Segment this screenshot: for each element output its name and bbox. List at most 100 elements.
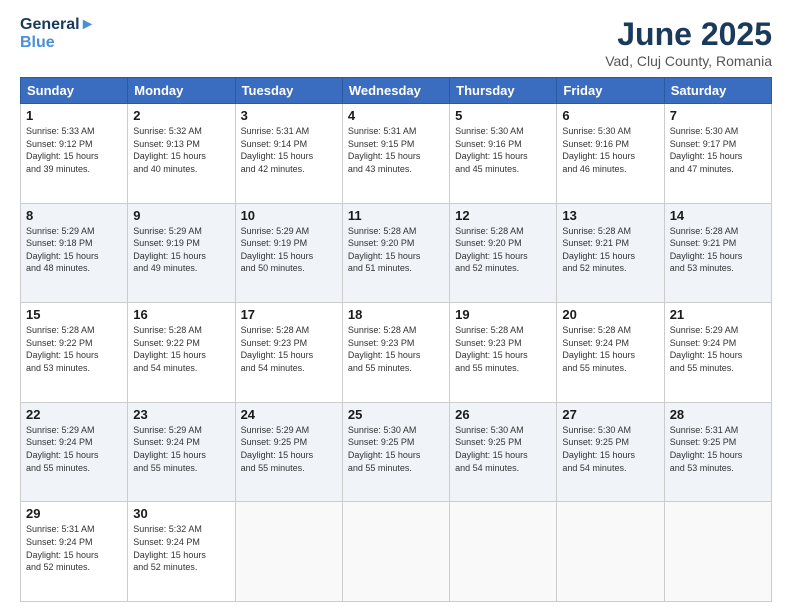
day-number: 11 — [348, 208, 444, 223]
day-info: Sunrise: 5:29 AM Sunset: 9:25 PM Dayligh… — [241, 424, 337, 474]
table-row: 26Sunrise: 5:30 AM Sunset: 9:25 PM Dayli… — [450, 402, 557, 502]
day-info: Sunrise: 5:28 AM Sunset: 9:20 PM Dayligh… — [455, 225, 551, 275]
day-number: 5 — [455, 108, 551, 123]
table-row: 24 Sunrise: 5:29 AM Sunset: 9:25 PM Dayli… — [235, 402, 342, 502]
day-info: Sunrise: 5:28 AM Sunset: 9:21 PM Dayligh… — [670, 225, 766, 275]
table-row: 28 Sunrise: 5:31 AM Sunset: 9:25 PM Dayli… — [664, 402, 771, 502]
day-info: Sunrise: 5:28 AM Sunset: 9:22 PM Dayligh… — [26, 324, 122, 374]
table-row: 29 Sunrise: 5:31 AM Sunset: 9:24 PM Dayli… — [21, 502, 128, 602]
day-info: Sunrise: 5:28 AM Sunset: 9:23 PM Dayligh… — [348, 324, 444, 374]
day-number: 16 — [133, 307, 229, 322]
day-info: Sunrise: 5:32 AM Sunset: 9:13 PM Dayligh… — [133, 125, 229, 175]
day-info: Sunrise: 5:28 AM Sunset: 9:20 PM Dayligh… — [348, 225, 444, 275]
day-number: 13 — [562, 208, 658, 223]
day-number: 24 — [241, 407, 337, 422]
day-info: Sunrise: 5:30 AM Sunset: 9:25 PM Dayligh… — [348, 424, 444, 474]
table-row: 14 Sunrise: 5:28 AM Sunset: 9:21 PM Dayli… — [664, 203, 771, 303]
col-saturday: Saturday — [664, 78, 771, 104]
day-number: 3 — [241, 108, 337, 123]
day-number: 8 — [26, 208, 122, 223]
table-row: 15 Sunrise: 5:28 AM Sunset: 9:22 PM Dayli… — [21, 303, 128, 403]
day-info: Sunrise: 5:28 AM Sunset: 9:21 PM Dayligh… — [562, 225, 658, 275]
day-number: 7 — [670, 108, 766, 123]
col-monday: Monday — [128, 78, 235, 104]
table-row: 19 Sunrise: 5:28 AM Sunset: 9:23 PM Dayli… — [450, 303, 557, 403]
day-info: Sunrise: 5:28 AM Sunset: 9:22 PM Dayligh… — [133, 324, 229, 374]
table-row: 12 Sunrise: 5:28 AM Sunset: 9:20 PM Dayli… — [450, 203, 557, 303]
day-info: Sunrise: 5:30 AM Sunset: 9:16 PM Dayligh… — [562, 125, 658, 175]
calendar-page: General► Blue June 2025 Vad, Cluj County… — [0, 0, 792, 612]
main-title: June 2025 — [605, 16, 772, 53]
day-number: 20 — [562, 307, 658, 322]
table-row: 21Sunrise: 5:29 AM Sunset: 9:24 PM Dayli… — [664, 303, 771, 403]
day-number: 22 — [26, 407, 122, 422]
table-row: 11 Sunrise: 5:28 AM Sunset: 9:20 PM Dayli… — [342, 203, 449, 303]
table-row — [235, 502, 342, 602]
table-row: 3 Sunrise: 5:31 AM Sunset: 9:14 PM Daylig… — [235, 104, 342, 204]
day-info: Sunrise: 5:29 AM Sunset: 9:18 PM Dayligh… — [26, 225, 122, 275]
table-row: 5 Sunrise: 5:30 AM Sunset: 9:16 PM Daylig… — [450, 104, 557, 204]
day-info: Sunrise: 5:32 AM Sunset: 9:24 PM Dayligh… — [133, 523, 229, 573]
day-number: 6 — [562, 108, 658, 123]
day-number: 15 — [26, 307, 122, 322]
logo: General► Blue — [20, 16, 95, 51]
header: General► Blue June 2025 Vad, Cluj County… — [20, 16, 772, 69]
day-info: Sunrise: 5:31 AM Sunset: 9:14 PM Dayligh… — [241, 125, 337, 175]
table-row: 25 Sunrise: 5:30 AM Sunset: 9:25 PM Dayli… — [342, 402, 449, 502]
calendar-table: Sunday Monday Tuesday Wednesday Thursday… — [20, 77, 772, 602]
day-info: Sunrise: 5:31 AM Sunset: 9:25 PM Dayligh… — [670, 424, 766, 474]
table-row: 1 Sunrise: 5:33 AM Sunset: 9:12 PM Daylig… — [21, 104, 128, 204]
col-tuesday: Tuesday — [235, 78, 342, 104]
day-number: 10 — [241, 208, 337, 223]
col-sunday: Sunday — [21, 78, 128, 104]
table-row — [664, 502, 771, 602]
day-number: 26 — [455, 407, 551, 422]
day-number: 12 — [455, 208, 551, 223]
day-info: Sunrise: 5:30 AM Sunset: 9:17 PM Dayligh… — [670, 125, 766, 175]
day-info: Sunrise: 5:33 AM Sunset: 9:12 PM Dayligh… — [26, 125, 122, 175]
day-info: Sunrise: 5:29 AM Sunset: 9:19 PM Dayligh… — [133, 225, 229, 275]
day-info: Sunrise: 5:31 AM Sunset: 9:15 PM Dayligh… — [348, 125, 444, 175]
day-number: 9 — [133, 208, 229, 223]
table-row: 9 Sunrise: 5:29 AM Sunset: 9:19 PM Daylig… — [128, 203, 235, 303]
table-row: 13 Sunrise: 5:28 AM Sunset: 9:21 PM Dayli… — [557, 203, 664, 303]
day-number: 19 — [455, 307, 551, 322]
col-thursday: Thursday — [450, 78, 557, 104]
day-info: Sunrise: 5:29 AM Sunset: 9:24 PM Dayligh… — [133, 424, 229, 474]
table-row: 27Sunrise: 5:30 AM Sunset: 9:25 PM Dayli… — [557, 402, 664, 502]
day-info: Sunrise: 5:28 AM Sunset: 9:23 PM Dayligh… — [241, 324, 337, 374]
day-number: 18 — [348, 307, 444, 322]
table-row: 8 Sunrise: 5:29 AM Sunset: 9:18 PM Daylig… — [21, 203, 128, 303]
table-row: 18 Sunrise: 5:28 AM Sunset: 9:23 PM Dayli… — [342, 303, 449, 403]
day-info: Sunrise: 5:28 AM Sunset: 9:23 PM Dayligh… — [455, 324, 551, 374]
table-row: 20Sunrise: 5:28 AM Sunset: 9:24 PM Dayli… — [557, 303, 664, 403]
day-info: Sunrise: 5:29 AM Sunset: 9:19 PM Dayligh… — [241, 225, 337, 275]
table-row: 6 Sunrise: 5:30 AM Sunset: 9:16 PM Daylig… — [557, 104, 664, 204]
table-row — [557, 502, 664, 602]
day-info: Sunrise: 5:30 AM Sunset: 9:16 PM Dayligh… — [455, 125, 551, 175]
table-row: 23 Sunrise: 5:29 AM Sunset: 9:24 PM Dayli… — [128, 402, 235, 502]
day-number: 30 — [133, 506, 229, 521]
table-row — [450, 502, 557, 602]
table-row: 16 Sunrise: 5:28 AM Sunset: 9:22 PM Dayli… — [128, 303, 235, 403]
subtitle: Vad, Cluj County, Romania — [605, 53, 772, 69]
day-number: 14 — [670, 208, 766, 223]
col-wednesday: Wednesday — [342, 78, 449, 104]
day-info: Sunrise: 5:29 AM Sunset: 9:24 PM Dayligh… — [670, 324, 766, 374]
table-row: 7 Sunrise: 5:30 AM Sunset: 9:17 PM Daylig… — [664, 104, 771, 204]
day-number: 25 — [348, 407, 444, 422]
day-info: Sunrise: 5:31 AM Sunset: 9:24 PM Dayligh… — [26, 523, 122, 573]
day-number: 4 — [348, 108, 444, 123]
table-row: 10 Sunrise: 5:29 AM Sunset: 9:19 PM Dayli… — [235, 203, 342, 303]
title-area: June 2025 Vad, Cluj County, Romania — [605, 16, 772, 69]
day-number: 23 — [133, 407, 229, 422]
table-row — [342, 502, 449, 602]
day-number: 17 — [241, 307, 337, 322]
day-number: 1 — [26, 108, 122, 123]
table-row: 2 Sunrise: 5:32 AM Sunset: 9:13 PM Daylig… — [128, 104, 235, 204]
day-number: 29 — [26, 506, 122, 521]
table-row: 22 Sunrise: 5:29 AM Sunset: 9:24 PM Dayli… — [21, 402, 128, 502]
day-number: 2 — [133, 108, 229, 123]
day-number: 28 — [670, 407, 766, 422]
day-info: Sunrise: 5:29 AM Sunset: 9:24 PM Dayligh… — [26, 424, 122, 474]
